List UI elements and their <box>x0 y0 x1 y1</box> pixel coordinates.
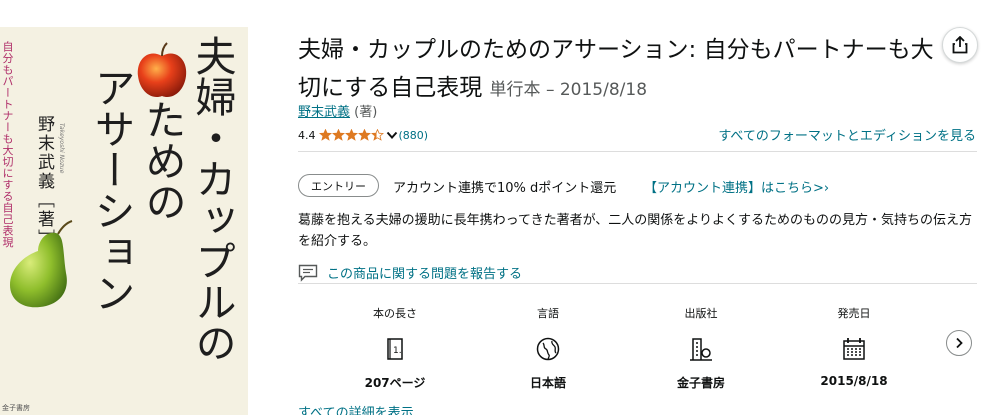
cover-author-roman: Takeyoshi Nozue <box>58 123 65 174</box>
book-cover-image[interactable]: 自分もパートナーも大切にする自己表現 夫婦・カップルの ための アサーション 野… <box>0 27 248 415</box>
attribute-label: 出版社 <box>684 307 718 320</box>
attribute-print-length: 本の長さ 1. 207ページ <box>330 305 460 391</box>
rating-value: 4.4 <box>298 128 316 142</box>
cover-publisher: 金子書房 <box>2 404 30 412</box>
attribute-language: 言語 日本語 <box>483 305 613 391</box>
share-icon <box>952 36 968 54</box>
star-icon <box>344 129 358 141</box>
attribute-value: 207ページ <box>364 376 426 390</box>
report-issue-link[interactable]: この商品に関する問題を報告する <box>327 263 522 282</box>
apple-illustration <box>137 42 187 98</box>
attribute-publisher: 出版社 金子書房 <box>636 305 766 391</box>
cover-title-line-2: ための <box>138 99 186 222</box>
feedback-icon <box>298 264 318 282</box>
product-attributes: 本の長さ 1. 207ページ 言語 日本語 出版社 金子書房 発売日 2015/… <box>298 305 938 390</box>
entry-button[interactable]: エントリー <box>298 174 379 197</box>
attribute-label: 発売日 <box>837 307 871 320</box>
star-rating <box>318 129 384 141</box>
attribute-value: 金子書房 <box>676 376 725 390</box>
byline: 野末武義 (著) <box>298 101 377 120</box>
star-icon <box>357 129 371 141</box>
attribute-publication-date: 発売日 2015/8/18 <box>789 305 919 388</box>
book-pages-icon: 1. <box>387 338 403 360</box>
report-issue[interactable]: この商品に関する問題を報告する <box>298 263 522 282</box>
pear-illustration <box>10 220 73 308</box>
review-count-link[interactable]: (880) <box>399 129 429 142</box>
author-role: (著) <box>354 105 378 120</box>
all-formats-link[interactable]: すべてのフォーマットとエディションを見る <box>718 125 976 144</box>
calendar-icon <box>843 338 865 360</box>
product-description: 葛藤を抱える夫婦の援助に長年携わってきた著者が、二人の関係をよりよくするためのも… <box>298 213 973 249</box>
rating-summary[interactable]: 4.4 (880) <box>298 127 428 143</box>
divider <box>298 151 977 152</box>
divider <box>298 283 977 284</box>
chevron-down-icon[interactable] <box>386 130 398 140</box>
attribute-value: 2015/8/18 <box>820 374 888 388</box>
binding-and-date: 単行本 – 2015/8/18 <box>489 80 648 100</box>
carousel-next-button[interactable] <box>946 330 972 356</box>
attribute-label: 言語 <box>537 307 559 320</box>
attribute-value: 日本語 <box>529 376 566 390</box>
cover-title-line-3: アサーション <box>87 67 135 313</box>
star-icon <box>318 129 332 141</box>
globe-icon <box>536 337 560 361</box>
see-all-details-link[interactable]: すべての詳細を表示 <box>298 402 414 415</box>
attribute-label: 本の長さ <box>373 307 417 320</box>
author-link[interactable]: 野末武義 <box>298 105 350 120</box>
star-icon <box>331 129 345 141</box>
share-button[interactable] <box>942 27 978 63</box>
cover-title-line-1: 夫婦・カップルの <box>188 35 236 363</box>
promo-text: アカウント連携で10% dポイント還元 <box>393 181 617 196</box>
chevron-right-icon <box>956 337 963 349</box>
cover-subtitle: 自分もパートナーも大切にする自己表現 <box>1 41 14 248</box>
product-title: 夫婦・カップルのためのアサーション: 自分もパートナーも大切にする自己表現 単行… <box>298 31 938 109</box>
building-icon <box>690 338 712 361</box>
account-link[interactable]: 【アカウント連携】はこちら>› <box>644 177 829 196</box>
svg-text:1.: 1. <box>393 346 402 356</box>
star-icon <box>370 129 384 141</box>
